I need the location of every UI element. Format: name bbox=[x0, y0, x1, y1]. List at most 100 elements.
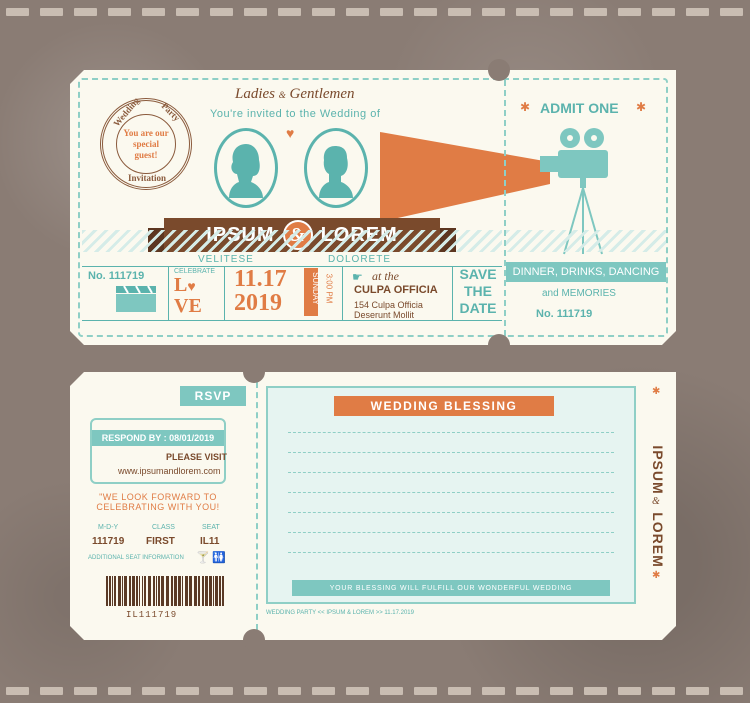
barcode-bar bbox=[174, 576, 177, 606]
restroom-icon: 🚻 bbox=[212, 552, 226, 564]
film-hole bbox=[482, 687, 505, 695]
blessing-panel: WEDDING BLESSING YOUR BLESSING WILL FULF… bbox=[266, 386, 636, 604]
bride-surname: VELITESE bbox=[198, 254, 254, 265]
barcode-bar bbox=[136, 576, 138, 606]
barcode-bar bbox=[142, 576, 143, 606]
stamp-center-text: You are our special guest! bbox=[116, 114, 176, 174]
admit-one: ADMIT ONE bbox=[540, 100, 619, 116]
love-v: V bbox=[174, 295, 189, 317]
barcode-bar bbox=[171, 576, 173, 606]
star-icon: ✱ bbox=[636, 100, 647, 114]
barcode-bar bbox=[112, 576, 113, 606]
info-divider bbox=[224, 266, 225, 320]
barcode-bar bbox=[222, 576, 224, 606]
film-hole bbox=[618, 687, 641, 695]
film-hole bbox=[210, 687, 233, 695]
writing-line bbox=[288, 432, 614, 433]
header-seat: SEAT bbox=[202, 524, 220, 531]
writing-line bbox=[288, 512, 614, 513]
film-hole bbox=[448, 8, 471, 16]
barcode-bar bbox=[185, 576, 188, 606]
clapperboard-icon bbox=[114, 284, 158, 314]
film-hole bbox=[720, 8, 743, 16]
star-icon: ✱ bbox=[652, 570, 661, 581]
rsvp-tab: RSVP bbox=[180, 386, 246, 406]
barcode-bar bbox=[182, 576, 183, 606]
film-hole bbox=[312, 687, 335, 695]
barcode-bar bbox=[194, 576, 197, 606]
film-hole bbox=[550, 8, 573, 16]
barcode-bar bbox=[118, 576, 121, 606]
stub-number: No. 111719 bbox=[536, 308, 593, 320]
film-hole bbox=[40, 8, 63, 16]
film-hole bbox=[312, 8, 335, 16]
film-hole bbox=[584, 8, 607, 16]
blessing-footer: YOUR BLESSING WILL FULFILL OUR WONDERFUL… bbox=[292, 580, 610, 596]
stamp-word-invitation: Invitation bbox=[128, 173, 167, 183]
love-word: L♥ VE bbox=[174, 276, 202, 315]
bride-silhouette-icon bbox=[223, 138, 269, 198]
star-icon: ✱ bbox=[520, 100, 531, 114]
info-divider bbox=[342, 266, 343, 320]
barcode-bar bbox=[166, 576, 169, 606]
groom-silhouette-icon bbox=[313, 138, 359, 198]
barcode-bar bbox=[132, 576, 135, 606]
barcode-bar bbox=[178, 576, 181, 606]
film-hole bbox=[142, 8, 165, 16]
save-the-date: SAVE THE DATE bbox=[458, 266, 498, 317]
rsvp-ticket: RSVP RESPOND BY : 08/01/2019 PLEASE VISI… bbox=[70, 372, 676, 640]
address-line-1: 154 Culpa Officia bbox=[354, 300, 423, 310]
film-hole bbox=[176, 8, 199, 16]
barcode-bar bbox=[129, 576, 131, 606]
writing-line bbox=[288, 472, 614, 473]
wedding-party-stamp: You are our special guest! Wedding Party… bbox=[100, 98, 192, 190]
groom-cameo bbox=[304, 128, 368, 208]
star-icon: ✱ bbox=[652, 386, 661, 397]
info-band-bottom bbox=[82, 320, 502, 321]
film-hole bbox=[414, 8, 437, 16]
header-mdy: M-D-Y bbox=[98, 524, 119, 531]
film-hole bbox=[584, 687, 607, 695]
writing-line bbox=[288, 552, 614, 553]
header-class: CLASS bbox=[152, 524, 175, 531]
barcode-bar bbox=[161, 576, 164, 606]
film-hole bbox=[74, 687, 97, 695]
memories-spacer bbox=[506, 286, 666, 304]
please-visit: PLEASE VISIT bbox=[166, 452, 228, 462]
barcode bbox=[106, 576, 226, 606]
barcode-bar bbox=[144, 576, 146, 606]
closing-quote: "WE LOOK FORWARD TO CELEBRATING WITH YOU… bbox=[94, 492, 222, 512]
film-hole bbox=[6, 8, 29, 16]
value-seat: IL11 bbox=[200, 536, 220, 547]
film-hole bbox=[652, 687, 675, 695]
barcode-bar bbox=[124, 576, 127, 606]
quote-line-1: "WE LOOK FORWARD TO bbox=[99, 492, 217, 502]
film-hole bbox=[686, 687, 709, 695]
notch bbox=[488, 59, 510, 81]
barcode-bar bbox=[122, 576, 123, 606]
greeting-amp: & bbox=[278, 90, 286, 100]
barcode-bar bbox=[114, 576, 116, 606]
address-line-2: Deserunt Mollit bbox=[354, 310, 415, 320]
value-mdy: 111719 bbox=[92, 536, 125, 547]
barcode-bar bbox=[219, 576, 221, 606]
greeting-gentlemen: Gentlemen bbox=[289, 86, 355, 102]
film-hole bbox=[142, 687, 165, 695]
writing-line bbox=[288, 492, 614, 493]
heart-icon: ♥ bbox=[286, 125, 295, 141]
film-hole bbox=[448, 687, 471, 695]
groom-surname: DOLORETE bbox=[328, 254, 392, 265]
writing-line bbox=[288, 452, 614, 453]
value-class: FIRST bbox=[146, 536, 175, 547]
info-divider bbox=[452, 266, 453, 320]
film-hole bbox=[346, 8, 369, 16]
blessing-title: WEDDING BLESSING bbox=[334, 396, 554, 416]
film-hole bbox=[482, 8, 505, 16]
film-hole bbox=[380, 8, 403, 16]
projector-beam bbox=[380, 132, 550, 222]
barcode-bar bbox=[106, 576, 108, 606]
film-strip-top bbox=[0, 8, 750, 18]
film-hole bbox=[346, 687, 369, 695]
barcode-bar bbox=[215, 576, 218, 606]
invite-line: You're invited to the Wedding of bbox=[210, 108, 381, 120]
